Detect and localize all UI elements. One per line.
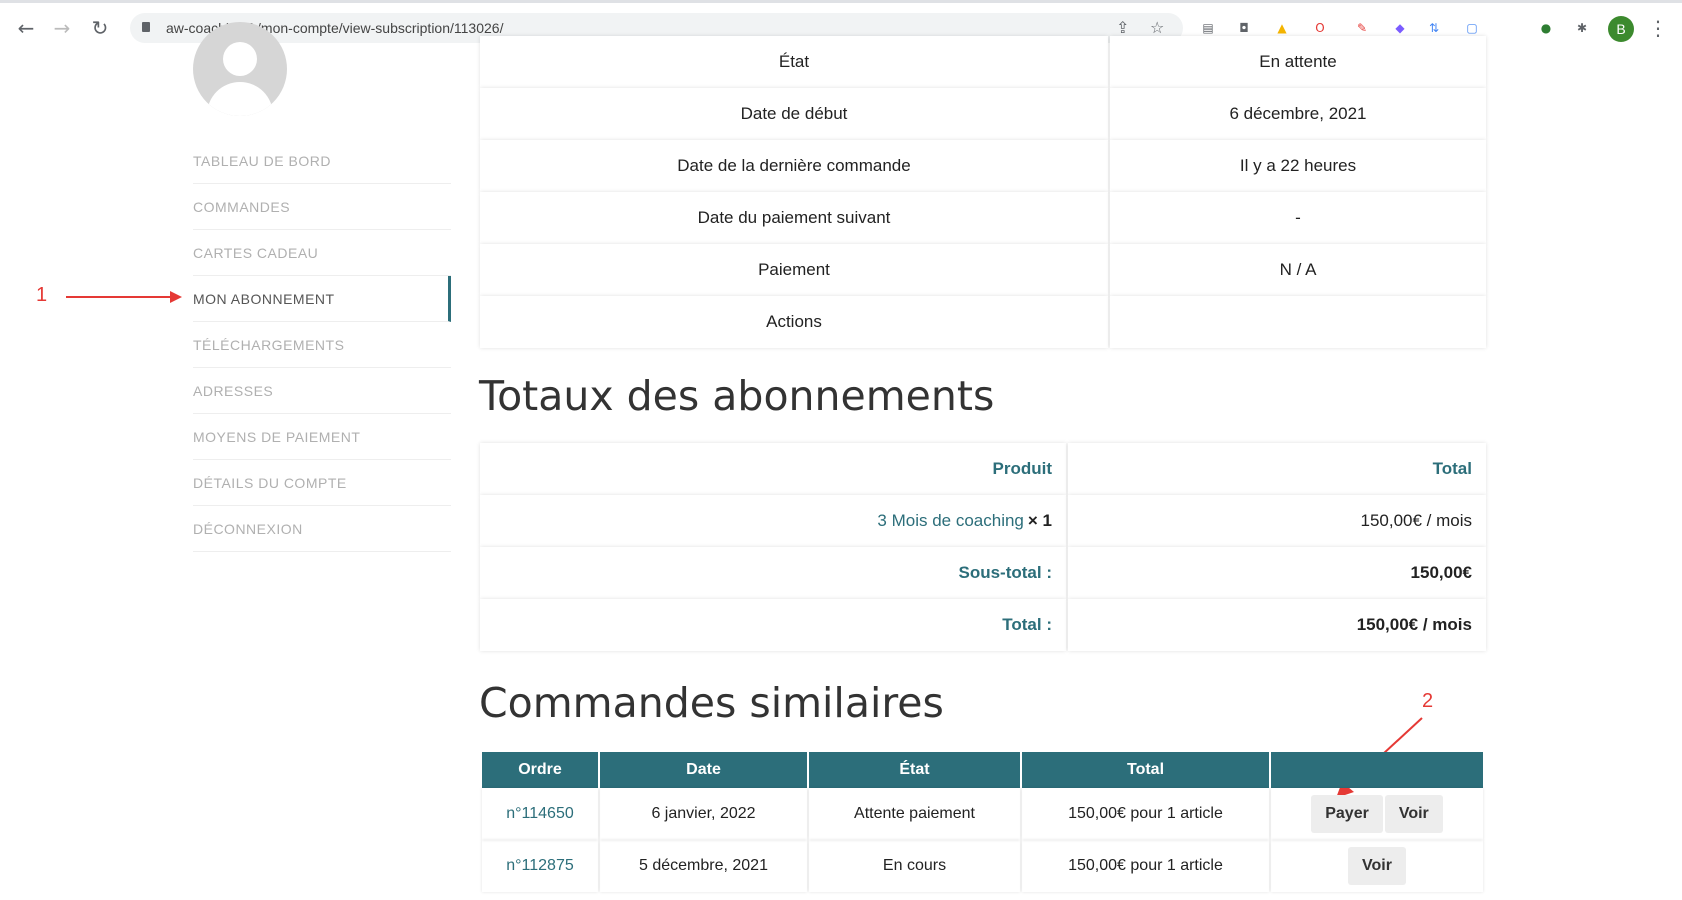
account-menu: TABLEAU DE BORD COMMANDES CARTES CADEAU … (193, 138, 451, 552)
order-status: Attente paiement (809, 788, 1020, 840)
order-status: En cours (809, 840, 1020, 892)
detail-label: Paiement (480, 244, 1108, 296)
product-total: 150,00€ / mois (1068, 495, 1486, 547)
total-row: Total : 150,00€ / mois (480, 599, 1488, 651)
warning-extension-icon[interactable]: ▲ (1272, 18, 1292, 38)
extension-icon[interactable]: ▤ (1198, 18, 1218, 38)
detail-value: 6 décembre, 2021 (1110, 88, 1486, 140)
detail-label: Actions (480, 296, 1108, 348)
sync-extension-icon[interactable]: ⇅ (1424, 18, 1444, 38)
totals-header-total: Total (1068, 443, 1486, 495)
subscription-details-table: État En attente Date de début 6 décembre… (480, 36, 1488, 348)
menu-item-subscription[interactable]: MON ABONNEMENT (193, 276, 451, 322)
menu-item-orders[interactable]: COMMANDES (193, 184, 451, 230)
menu-item-addresses[interactable]: ADRESSES (193, 368, 451, 414)
table-row: n°112875 5 décembre, 2021 En cours 150,0… (482, 840, 1487, 892)
detail-row-start-date: Date de début 6 décembre, 2021 (480, 88, 1488, 140)
detail-row-last-order: Date de la dernière commande Il y a 22 h… (480, 140, 1488, 192)
detail-label: Date de la dernière commande (480, 140, 1108, 192)
total-value: 150,00€ / mois (1068, 599, 1486, 651)
product-link[interactable]: 3 Mois de coaching (877, 511, 1023, 531)
view-button[interactable]: Voir (1384, 795, 1443, 833)
detail-value (1110, 296, 1486, 348)
annotation-number-1: 1 (36, 284, 48, 306)
menu-item-dashboard[interactable]: TABLEAU DE BORD (193, 138, 451, 184)
extensions-puzzle-icon[interactable]: ✱ (1572, 18, 1592, 38)
profile-avatar[interactable]: B (1608, 16, 1634, 42)
menu-item-payment-methods[interactable]: MOYENS DE PAIEMENT (193, 414, 451, 460)
menu-item-logout[interactable]: DÉCONNEXION (193, 506, 451, 552)
order-number-link[interactable]: n°114650 (482, 788, 598, 840)
product-quantity: × 1 (1027, 511, 1052, 530)
menu-item-downloads[interactable]: TÉLÉCHARGEMENTS (193, 322, 451, 368)
forward-icon[interactable]: → (50, 16, 74, 40)
related-orders-title: Commandes similaires (479, 679, 944, 727)
totals-table: Produit Total 3 Mois de coaching × 1 150… (480, 443, 1488, 651)
lock-icon (142, 22, 150, 32)
order-total: 150,00€ pour 1 article (1022, 840, 1269, 892)
reload-icon[interactable]: ↻ (88, 16, 112, 40)
annotation-number-2: 2 (1422, 690, 1434, 712)
opera-extension-icon[interactable]: O (1310, 18, 1330, 38)
order-total: 150,00€ pour 1 article (1022, 788, 1269, 840)
column-header-total: Total (1022, 752, 1269, 788)
table-row: n°114650 6 janvier, 2022 Attente paiemen… (482, 788, 1487, 840)
column-header-order: Ordre (482, 752, 598, 788)
column-header-status: État (809, 752, 1020, 788)
camera-extension-icon[interactable]: ◘ (1234, 18, 1254, 38)
tool-extension-icon[interactable]: ✎ (1352, 18, 1372, 38)
product-cell: 3 Mois de coaching × 1 (480, 495, 1066, 547)
totals-title: Totaux des abonnements (479, 372, 995, 420)
order-actions: Voir (1271, 840, 1483, 892)
detail-row-next-payment: Date du paiement suivant - (480, 192, 1488, 244)
evernote-extension-icon[interactable]: ● (1536, 18, 1556, 38)
order-actions: Payer Voir (1271, 788, 1483, 840)
view-button[interactable]: Voir (1348, 847, 1406, 885)
detail-value: - (1110, 192, 1486, 244)
user-avatar (193, 22, 287, 116)
subtotal-value: 150,00€ (1068, 547, 1486, 599)
annotation-arrowhead-1 (170, 291, 182, 303)
detail-row-actions: Actions (480, 296, 1488, 348)
detail-row-status: État En attente (480, 36, 1488, 88)
totals-header-product: Produit (480, 443, 1066, 495)
back-icon[interactable]: ← (14, 16, 38, 40)
kebab-menu-icon[interactable]: ⋮ (1646, 16, 1670, 40)
annotation-arrow-1 (66, 296, 176, 298)
menu-item-account-details[interactable]: DÉTAILS DU COMPTE (193, 460, 451, 506)
bookmark-star-icon[interactable]: ☆ (1150, 18, 1164, 37)
detail-label: Date de début (480, 88, 1108, 140)
pay-button[interactable]: Payer (1311, 795, 1383, 833)
detail-row-payment: Paiement N / A (480, 244, 1488, 296)
window-extension-icon[interactable]: ▢ (1462, 18, 1482, 38)
share-icon[interactable]: ⇪ (1116, 18, 1129, 37)
puzzle-color-extension-icon[interactable]: ◆ (1390, 18, 1410, 38)
totals-header-row: Produit Total (480, 443, 1488, 495)
detail-label: État (480, 36, 1108, 88)
order-number-link[interactable]: n°112875 (482, 840, 598, 892)
orders-header-row: Ordre Date État Total (482, 752, 1487, 788)
totals-product-row: 3 Mois de coaching × 1 150,00€ / mois (480, 495, 1488, 547)
related-orders-table: Ordre Date État Total n°114650 6 janvier… (482, 752, 1487, 892)
detail-value: Il y a 22 heures (1110, 140, 1486, 192)
detail-value: En attente (1110, 36, 1486, 88)
total-label: Total : (480, 599, 1066, 651)
order-date: 5 décembre, 2021 (600, 840, 807, 892)
detail-label: Date du paiement suivant (480, 192, 1108, 244)
column-header-actions (1271, 752, 1483, 788)
menu-item-gift-cards[interactable]: CARTES CADEAU (193, 230, 451, 276)
subtotal-row: Sous-total : 150,00€ (480, 547, 1488, 599)
detail-value: N / A (1110, 244, 1486, 296)
order-date: 6 janvier, 2022 (600, 788, 807, 840)
subtotal-label: Sous-total : (480, 547, 1066, 599)
column-header-date: Date (600, 752, 807, 788)
